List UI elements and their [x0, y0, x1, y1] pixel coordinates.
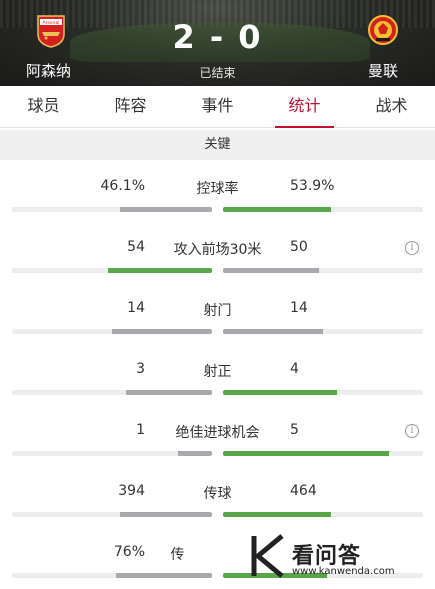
stat-row: 46.1% 控球率 53.9% — [0, 164, 435, 224]
tab-lineup[interactable]: 阵容 — [87, 86, 174, 127]
away-stat-bar-fill — [223, 329, 323, 334]
away-stat-value: 5 — [290, 422, 299, 438]
tab-players[interactable]: 球员 — [0, 86, 87, 127]
away-stat-value: 53.9% — [290, 178, 335, 194]
home-stat-bar — [12, 329, 212, 334]
stat-label: 绝佳进球机会 — [175, 425, 260, 441]
stat-row: 3 射正 4 — [0, 347, 435, 407]
away-team-name[interactable]: 曼联 — [368, 60, 398, 81]
home-stat-bar-fill — [116, 573, 212, 578]
away-stat-value: 464 — [290, 483, 317, 499]
away-stat-value: 14 — [290, 300, 308, 316]
home-stat-bar-fill — [126, 390, 212, 395]
away-stat-bar-fill — [223, 268, 319, 273]
stat-row: 1 绝佳进球机会 5 i — [0, 408, 435, 468]
manchester-united-crest-icon — [368, 15, 398, 45]
tab-events[interactable]: 事件 — [174, 86, 261, 127]
info-icon[interactable]: i — [405, 241, 419, 255]
stat-label: 射正 — [203, 364, 232, 380]
stat-label: 控球率 — [196, 181, 239, 197]
home-stat-bar-fill — [178, 451, 212, 456]
stat-row: 54 攻入前场30米 50 i — [0, 225, 435, 285]
section-title-key: 关键 — [0, 130, 435, 160]
away-stat-bar — [223, 207, 423, 212]
away-stat-bar — [223, 329, 423, 334]
home-stat-bar — [12, 207, 212, 212]
stat-label: 攻入前场30米 — [173, 242, 262, 258]
home-stat-bar — [12, 573, 212, 578]
info-icon[interactable]: i — [405, 424, 419, 438]
away-stat-bar-fill — [223, 451, 389, 456]
watermark-url: www.kanwenda.com — [292, 566, 395, 577]
away-stat-bar-fill — [223, 207, 331, 212]
away-stat-bar — [223, 512, 423, 517]
match-tabs: 球员 阵容 事件 统计 战术 — [0, 86, 435, 128]
watermark: 看问答 www.kanwenda.com — [248, 532, 418, 582]
home-stat-bar — [12, 512, 212, 517]
stat-row: 14 射门 14 — [0, 286, 435, 346]
tab-tactics[interactable]: 战术 — [348, 86, 435, 127]
stat-row: 394 传球 464 — [0, 469, 435, 529]
home-stat-bar-fill — [112, 329, 212, 334]
away-stat-value: 50 — [290, 239, 308, 255]
away-stat-value: 4 — [290, 361, 299, 377]
home-stat-bar — [12, 390, 212, 395]
home-stat-bar-fill — [108, 268, 212, 273]
away-stat-bar — [223, 268, 423, 273]
away-stat-bar-fill — [223, 512, 332, 517]
stat-label: 传球 — [203, 486, 232, 502]
away-stat-bar — [223, 390, 423, 395]
home-stat-bar-fill — [120, 512, 212, 517]
stat-label: 射门 — [203, 303, 232, 319]
away-stat-bar-fill — [223, 390, 337, 395]
away-team-crest[interactable] — [368, 14, 398, 48]
away-stat-bar — [223, 451, 423, 456]
home-stat-bar — [12, 451, 212, 456]
watermark-logo-icon — [251, 534, 284, 578]
home-stat-bar-fill — [119, 207, 212, 212]
match-header: Arsenal 阿森纳 2 - 0 已结束 曼联 — [0, 0, 435, 86]
home-stat-bar — [12, 268, 212, 273]
tab-statistics[interactable]: 统计 — [261, 86, 348, 128]
